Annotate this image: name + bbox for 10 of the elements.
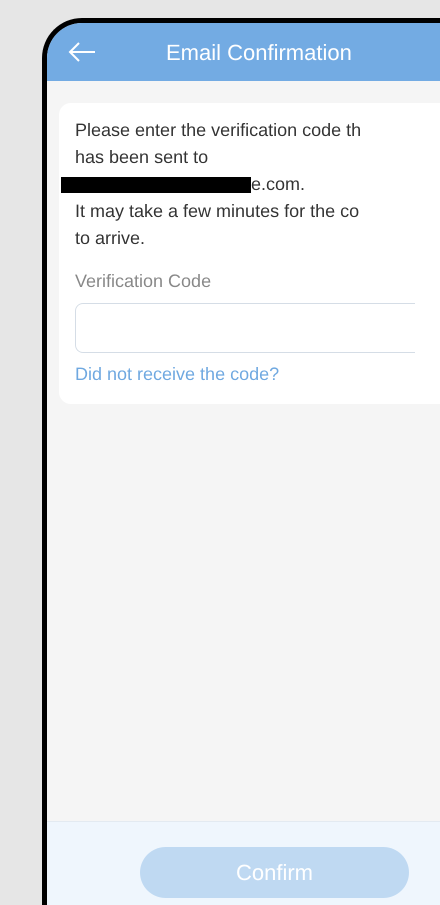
message-line: has been sent to xyxy=(75,146,208,169)
verification-code-field[interactable] xyxy=(75,303,415,353)
window-title: Email Confirmation xyxy=(166,38,352,66)
message-line: It may take a few minutes for the co xyxy=(75,200,360,223)
email-address: e.com. xyxy=(251,173,306,196)
field-label: Verification Code xyxy=(75,270,212,293)
message-line: to arrive. xyxy=(75,227,146,250)
resend-code-link[interactable]: Did not receive the code? xyxy=(75,361,280,388)
back-arrow-icon[interactable] xyxy=(67,40,97,64)
message-line: Please enter the verification code th xyxy=(75,119,362,142)
